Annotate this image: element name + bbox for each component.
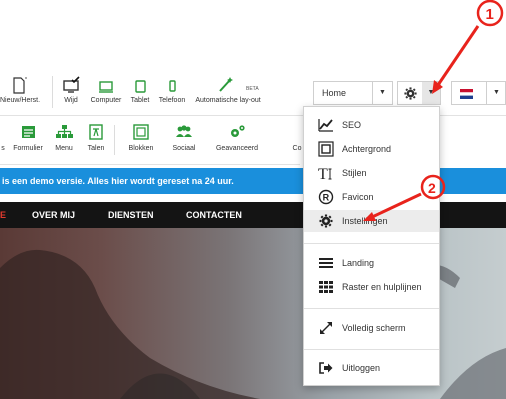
undo-redo-label: Nieuw/Herst. (0, 97, 41, 104)
menu-item-settings[interactable]: Instellingen (304, 210, 439, 232)
toolbar-item-menu-label: Menu (55, 145, 73, 152)
device-phone-label: Telefoon (158, 97, 186, 104)
nav-item-contacts[interactable]: CONTACTEN (186, 202, 242, 228)
toolbar-item-partial-right[interactable]: Co (292, 123, 302, 152)
chart-line-icon (318, 119, 333, 132)
flag-nl-icon (460, 89, 473, 99)
page-root: Nieuw/Herst. Wijd Computer Tablet Telefo… (0, 0, 506, 399)
device-wide-button[interactable]: Wijd (58, 76, 84, 104)
grid-icon (319, 281, 333, 293)
partial-icon (0, 123, 8, 141)
tablet-icon (135, 80, 146, 93)
toolbar-item-social-label: Sociaal (172, 145, 196, 152)
toolbar-divider (52, 76, 53, 108)
toolbar-item-advanced-label: Geavanceerd (215, 145, 259, 152)
device-computer-button[interactable]: Computer (88, 76, 124, 104)
menu-item-label: Stijlen (342, 168, 367, 178)
chevron-down-icon: ▼ (486, 82, 506, 104)
registered-icon: R (318, 189, 334, 205)
computer-icon (99, 81, 113, 93)
menu-divider (304, 349, 439, 350)
menu-divider (304, 243, 439, 244)
insert-toolbar: s Formulier Menu Talen Blokken Sociaal G… (0, 117, 302, 165)
nav-item-active[interactable]: E (0, 202, 6, 228)
nav-item-about[interactable]: OVER MIJ (32, 202, 75, 228)
gear-icon (404, 87, 417, 100)
menu-item-label: Landing (342, 258, 375, 268)
language-dropdown-button[interactable]: ▼ (451, 81, 506, 105)
menu-item-landing[interactable]: Landing (304, 252, 439, 274)
device-wide-label: Wijd (64, 97, 78, 104)
hamburger-icon (319, 258, 333, 268)
toolbar-item-menu[interactable]: Menu (52, 123, 76, 152)
auto-layout-label: Automatische lay-out (195, 97, 261, 104)
menu-item-favicon[interactable]: R Favicon (304, 186, 439, 208)
toolbar-divider (114, 125, 115, 155)
toolbar-item-languages[interactable]: Talen (84, 123, 108, 152)
menu-item-label: SEO (342, 120, 362, 130)
chevron-down-icon: ▼ (422, 82, 440, 104)
text-style-icon: T (318, 166, 332, 181)
expand-icon (320, 322, 332, 334)
cogs-icon (231, 125, 245, 137)
toolbar-item-social[interactable]: Sociaal (168, 123, 200, 152)
toolbar-item-blocks-label: Blokken (128, 145, 154, 152)
logout-icon (319, 362, 333, 374)
monitor-check-icon (63, 76, 80, 93)
annotation-marker-1: 1 (476, 0, 504, 27)
menu-item-fullscreen[interactable]: Volledig scherm (304, 317, 439, 339)
device-tablet-button[interactable]: Tablet (127, 76, 153, 104)
menu-item-label: Uitloggen (342, 363, 381, 373)
page-select-value: Home (322, 88, 347, 98)
beta-badge: BETA (246, 86, 259, 92)
users-icon (176, 125, 192, 137)
phone-icon (169, 80, 176, 92)
menu-item-label: Achtergrond (342, 144, 392, 154)
undo-redo-button[interactable]: Nieuw/Herst. (0, 76, 40, 104)
menu-item-logout[interactable]: Uitloggen (304, 357, 439, 379)
toolbar-item-form-label: Formulier (13, 145, 43, 152)
settings-dropdown-button[interactable]: ▼ (397, 81, 441, 105)
toolbar-item-blocks[interactable]: Blokken (124, 123, 158, 152)
chevron-down-icon: ▼ (372, 82, 392, 104)
svg-text:R: R (323, 193, 330, 203)
device-phone-button[interactable]: Telefoon (155, 76, 189, 104)
sitemap-icon (56, 125, 73, 138)
menu-item-label: Favicon (342, 192, 374, 202)
new-page-icon (13, 77, 27, 94)
menu-item-label: Instellingen (342, 216, 388, 226)
form-icon (22, 126, 35, 138)
demo-banner-text: is een demo versie. Alles hier wordt ger… (2, 176, 234, 186)
page-select[interactable]: Home ▼ (313, 81, 393, 105)
svg-text:T: T (318, 166, 328, 181)
menu-item-grid[interactable]: Raster en hulplijnen (304, 276, 439, 298)
blocks-icon (133, 124, 149, 140)
menu-divider (304, 308, 439, 309)
toolbar-item-partial[interactable]: s (0, 123, 8, 152)
toolbar-item-languages-label: Talen (87, 145, 105, 152)
toolbar-item-advanced[interactable]: Geavanceerd (214, 123, 260, 152)
nav-item-services[interactable]: DIENSTEN (108, 202, 154, 228)
menu-item-background[interactable]: Achtergrond (304, 138, 439, 160)
menu-item-label: Volledig scherm (342, 323, 406, 333)
menu-item-label: Raster en hulplijnen (342, 282, 422, 292)
gear-icon (319, 214, 333, 228)
annotation-1-label: 1 (486, 6, 494, 23)
device-computer-label: Computer (90, 97, 122, 104)
settings-dropdown-menu: SEO Achtergrond T Stijlen R Favicon Inst… (303, 106, 440, 386)
toolbar-item-form[interactable]: Formulier (10, 123, 46, 152)
device-tablet-label: Tablet (130, 97, 150, 104)
background-icon (318, 141, 334, 157)
translate-icon (89, 124, 103, 140)
menu-item-styles[interactable]: T Stijlen (304, 162, 439, 184)
menu-item-seo[interactable]: SEO (304, 114, 439, 136)
